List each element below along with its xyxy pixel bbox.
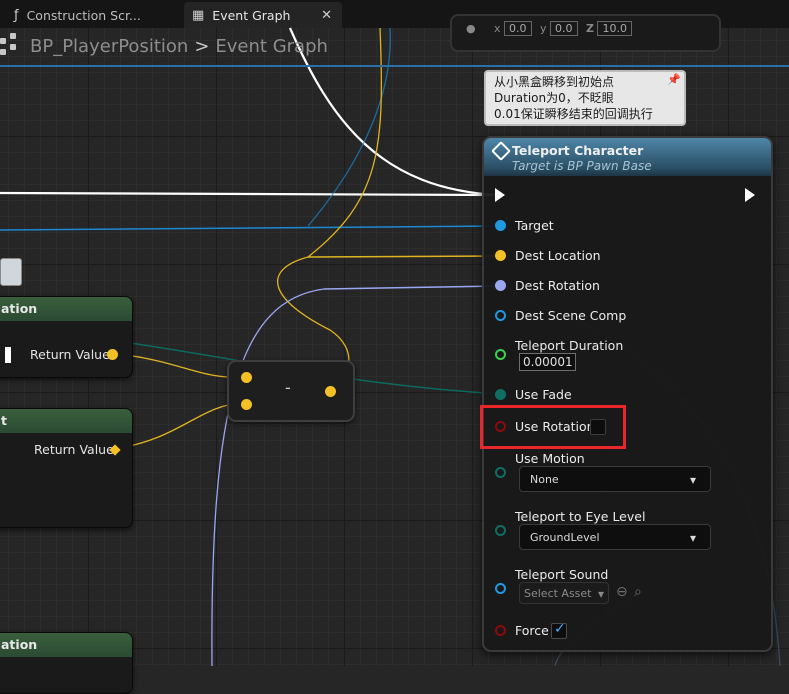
comment-line-1: 从小黑盒瞬移到初始点 <box>494 75 615 89</box>
operator-label: - <box>285 378 291 397</box>
node-header: Teleport Character Target is BP Pawn Bas… <box>484 138 771 176</box>
pin-dest-rotation[interactable]: Dest Rotation <box>495 278 600 293</box>
highlight-box <box>480 405 626 449</box>
left-node-3[interactable]: ation <box>0 632 133 694</box>
chevron-down-icon: ▾ <box>689 531 696 545</box>
return-value-label: Return Value <box>30 347 110 362</box>
dest-rotation-wire <box>323 285 501 290</box>
pin-force[interactable]: Force <box>495 623 549 638</box>
bool-pin-icon <box>495 625 506 636</box>
byte-pin-icon <box>495 525 506 536</box>
byte-pin-icon <box>495 467 506 478</box>
return-value-label: Return Value <box>34 442 114 457</box>
input-a-pin[interactable] <box>241 372 252 383</box>
float-pin-icon <box>495 349 506 360</box>
force-checkbox[interactable] <box>551 621 567 639</box>
breadcrumb-graph[interactable]: Event Graph <box>215 36 328 57</box>
input-b-pin[interactable] <box>241 399 252 410</box>
node-title: Teleport Character <box>512 143 644 158</box>
exec-pin[interactable] <box>5 347 11 363</box>
teleport-duration-input[interactable]: 0.00001 <box>519 353 576 371</box>
comment-line-3: 0.01保证瞬移结束的回调执行 <box>494 107 653 121</box>
exec-output-pin[interactable] <box>745 188 755 202</box>
left-node-2[interactable]: t Return Value <box>0 408 133 528</box>
z-field[interactable]: Z 10.0 <box>586 21 632 36</box>
breadcrumb-blueprint[interactable]: BP_PlayerPosition <box>30 36 188 57</box>
y-field[interactable]: y 0.0 <box>540 21 578 36</box>
node-title: t <box>0 409 132 433</box>
search-icon[interactable]: ⌕ <box>634 584 642 600</box>
node-toggle-button[interactable] <box>0 258 22 286</box>
graph-icon <box>0 28 30 64</box>
return-value-pin[interactable] <box>107 349 118 360</box>
use-selected-asset-icon[interactable]: ⊖ <box>616 584 628 600</box>
vector-pin-icon <box>495 250 506 261</box>
function-call-icon <box>491 141 511 161</box>
target-wire <box>0 225 501 231</box>
object-pin-icon <box>495 220 506 231</box>
exec-wire <box>0 191 496 197</box>
object-pin-icon <box>495 583 506 594</box>
pin-dest-scene-comp[interactable]: Dest Scene Comp <box>495 308 626 323</box>
eye-level-dropdown[interactable]: GroundLevel ▾ <box>519 524 711 550</box>
chevron-down-icon: ▾ <box>689 473 696 487</box>
pin-target[interactable]: Target <box>495 218 554 233</box>
subtract-node[interactable]: - <box>227 360 355 422</box>
left-node-1[interactable]: ation Return Value <box>0 296 133 378</box>
chevron-down-icon: ▾ <box>597 587 604 601</box>
use-motion-dropdown[interactable]: None ▾ <box>519 466 711 492</box>
output-pin[interactable] <box>325 386 336 397</box>
node-subtitle: Target is BP Pawn Base <box>512 159 652 173</box>
top-node-pin: ● <box>466 22 476 35</box>
select-asset-dropdown[interactable]: Select Asset ▾ <box>519 582 609 604</box>
node-title: ation <box>0 297 132 321</box>
node-title: ation <box>0 633 132 657</box>
comment-bubble[interactable]: 从小黑盒瞬移到初始点 Duration为0，不眨眼 0.01保证瞬移结束的回调执… <box>484 70 686 126</box>
exec-input-pin[interactable] <box>495 188 505 202</box>
x-field[interactable]: x 0.0 <box>494 21 532 36</box>
breadcrumb-separator: > <box>194 35 210 57</box>
pin-icon[interactable]: 📌 <box>667 72 681 88</box>
bool-pin-icon <box>495 389 506 400</box>
comment-line-2: Duration为0，不眨眼 <box>494 91 614 105</box>
pin-dest-location[interactable]: Dest Location <box>495 248 601 263</box>
object-pin-icon <box>495 310 506 321</box>
top-vector-node[interactable]: ● x 0.0 y 0.0 Z 10.0 <box>450 14 721 52</box>
dest-location-wire <box>307 255 501 258</box>
rotator-wire-down <box>211 288 325 666</box>
graph-border <box>0 65 789 67</box>
pin-use-fade[interactable]: Use Fade <box>495 387 572 402</box>
rotator-pin-icon <box>495 280 506 291</box>
